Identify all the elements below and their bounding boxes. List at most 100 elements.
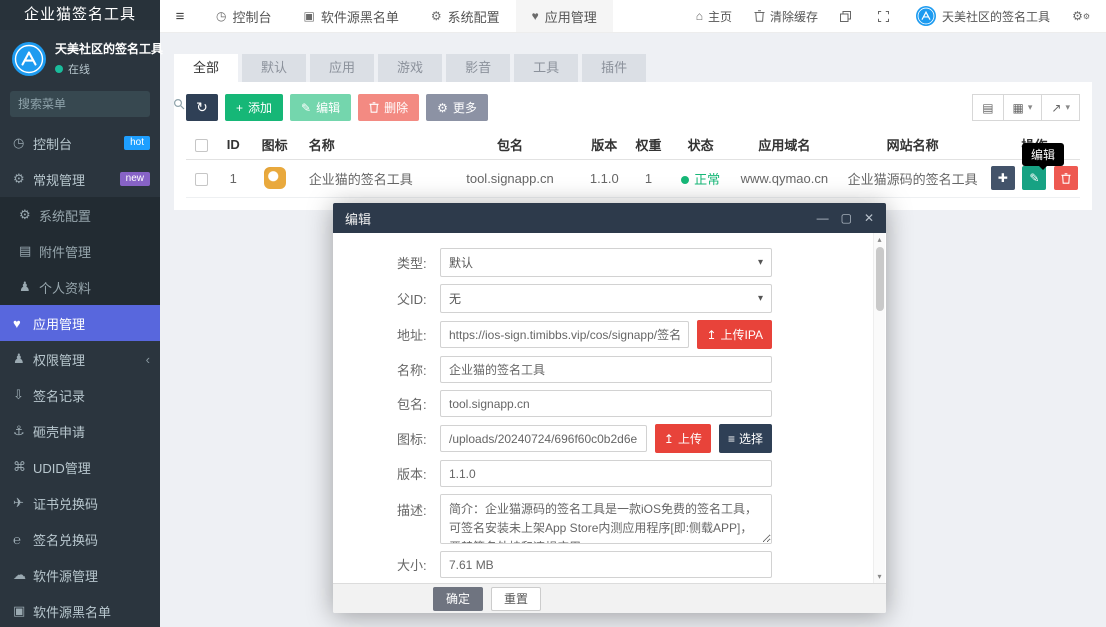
table-toolbar: ↻ + 添加 ✎ 编辑 删除 ⚙ 更多 ▤ ▦ ▾ ↗ ▾ [186, 94, 1080, 121]
trash-icon [1061, 172, 1071, 184]
cell-name: 企业猫的签名工具 [298, 159, 440, 198]
copy-page-button[interactable] [829, 0, 867, 32]
sidebar-item-profile[interactable]: ♟ 个人资料 [0, 269, 160, 305]
topnav-dashboard[interactable]: ◷ 控制台 [200, 0, 288, 32]
paper-plane-icon: ✈ [13, 495, 24, 510]
cell-weight: 1 [628, 159, 669, 198]
size-input[interactable] [440, 551, 772, 578]
upload-ipa-button[interactable]: ↥ 上传IPA [697, 320, 772, 349]
reset-button[interactable]: 重置 [491, 586, 542, 611]
sidebar: 企业猫签名工具 天美社区的签名工具 在线 ◷控制台hot ⚙常规管理new ⚙系… [0, 0, 185, 627]
sidebar-search [10, 91, 185, 117]
cloud-icon: ☁ [13, 567, 26, 582]
tab-tools[interactable]: 工具 [514, 54, 579, 82]
avatar [916, 6, 937, 26]
cell-site: 企业猫源码的签名工具 [836, 159, 989, 198]
col-icon: 图标 [250, 131, 299, 160]
table-header-row: ID 图标 名称 包名 版本 权重 状态 应用域名 网站名称 操作 [186, 131, 1080, 160]
package-input[interactable] [440, 390, 772, 417]
sidebar-item-general-management[interactable]: ⚙ 常规管理 new [0, 161, 160, 197]
sidebar-item-dashboard[interactable]: ◷ 控制台 hot [0, 125, 160, 161]
sidebar-item-permission-management[interactable]: ♟ 权限管理 ‹ [0, 341, 160, 377]
blacklist-book-icon: ▣ [303, 9, 315, 23]
tab-media[interactable]: 影音 [446, 54, 511, 82]
home-icon: ⌂ [695, 9, 704, 23]
version-input[interactable] [440, 460, 772, 487]
chevron-down-icon: ▾ [1065, 102, 1070, 112]
sidebar-item-attachment-management[interactable]: ▤ 附件管理 [0, 233, 160, 269]
minimize-icon[interactable]: — [817, 212, 829, 224]
name-input[interactable] [440, 356, 772, 383]
sidebar-item-software-source-management[interactable]: ☁ 软件源管理 [0, 557, 160, 593]
sidebar-item-software-source-blacklist[interactable]: ▣ 软件源黑名单 [0, 593, 160, 627]
sidebar-item-shell-crack-request[interactable]: ⚓ 砸壳申请 [0, 413, 160, 449]
refresh-button[interactable]: ↻ [186, 94, 218, 121]
sidebar-item-app-management[interactable]: ♥ 应用管理 [0, 305, 160, 341]
apps-table: ID 图标 名称 包名 版本 权重 状态 应用域名 网站名称 操作 1 [186, 131, 1080, 198]
topnav-app-management[interactable]: ♥ 应用管理 [515, 0, 613, 32]
choose-button[interactable]: ≡ 选择 [718, 424, 772, 453]
export-button[interactable]: ↗ ▾ [1042, 94, 1080, 121]
modal-scrollbar[interactable]: ▴ ▾ [873, 233, 885, 583]
copy-icon [840, 10, 852, 22]
col-name: 名称 [298, 131, 440, 160]
description-textarea[interactable]: 简介：企业猫源码的签名工具是一款iOS免费的签名工具，可签名安装未上架App S… [440, 494, 772, 544]
topnav-software-source-blacklist[interactable]: ▣ 软件源黑名单 [288, 0, 415, 32]
move-icon: ✚ [997, 171, 1008, 185]
clear-cache-button[interactable]: 清除缓存 [743, 0, 829, 32]
sidebar-item-system-config[interactable]: ⚙ 系统配置 [0, 197, 160, 233]
more-button[interactable]: ⚙ 更多 [426, 94, 488, 121]
gears-icon: ⚙ [13, 171, 25, 186]
tab-default[interactable]: 默认 [242, 54, 307, 82]
detail-view-button[interactable]: ▤ [972, 94, 1004, 121]
topnav-system-config[interactable]: ⚙ 系统配置 [415, 0, 516, 32]
row-checkbox[interactable] [194, 172, 208, 186]
tab-all[interactable]: 全部 [174, 54, 239, 82]
online-dot-icon [55, 65, 63, 73]
modal-titlebar: 编辑 — ▢ ✕ [333, 203, 886, 233]
top-navbar: ≡ ◷ 控制台 ▣ 软件源黑名单 ⚙ 系统配置 ♥ 应用管理 ⌂ 主页 清除缓存 天美社区… [160, 0, 1106, 33]
tab-app[interactable]: 应用 [310, 54, 375, 82]
sidebar-item-sign-records[interactable]: ⇩ 签名记录 [0, 377, 160, 413]
scroll-down-icon[interactable]: ▾ [874, 572, 885, 581]
new-badge: new [119, 172, 150, 186]
fullscreen-button[interactable] [867, 0, 905, 32]
url-input[interactable] [440, 321, 690, 348]
sidebar-item-sign-redeem-code[interactable]: ℮ 签名兑换码 [0, 521, 160, 557]
cell-domain: www.qymao.cn [732, 159, 837, 198]
columns-button[interactable]: ▦ ▾ [1003, 94, 1043, 121]
move-button[interactable]: ✚ [990, 166, 1015, 190]
delete-button[interactable]: 删除 [358, 94, 420, 121]
user-menu[interactable]: 天美社区的签名工具 [905, 0, 1061, 32]
sidebar-item-cert-redeem-code[interactable]: ✈ 证书兑换码 [0, 485, 160, 521]
maximize-icon[interactable]: ▢ [841, 212, 852, 224]
tab-game[interactable]: 游戏 [378, 54, 443, 82]
search-icon [173, 98, 185, 110]
settings-button[interactable]: ⚙ ⚙ [1061, 0, 1106, 32]
col-site: 网站名称 [836, 131, 989, 160]
sidebar-menu: ◷ 控制台 hot ⚙ 常规管理 new ⚙ 系统配置 ▤ 附件管理 ♟ 个人资料 ♥ 应用管理… [0, 125, 160, 627]
sidebar-item-udid-management[interactable]: ⌘ UDID管理 [0, 449, 160, 485]
icon-input[interactable] [440, 425, 647, 452]
gear-icon: ⚙ [19, 207, 31, 222]
select-all-checkbox[interactable] [194, 139, 208, 153]
cell-version: 1.1.0 [580, 159, 629, 198]
file-image-icon: ▤ [19, 243, 32, 258]
detail-view-icon: ▤ [982, 100, 994, 115]
dashboard-icon: ◷ [216, 9, 227, 23]
parent-id-select[interactable]: 无 ▾ [440, 284, 772, 313]
scrollbar-thumb[interactable] [876, 247, 884, 311]
upload-button[interactable]: ↥ 上传 [654, 424, 711, 453]
sidebar-search-input[interactable] [18, 97, 173, 111]
edit-button[interactable]: ✎ 编辑 [290, 94, 352, 121]
add-button[interactable]: + 添加 [225, 94, 284, 121]
tab-plugins[interactable]: 插件 [582, 54, 647, 82]
row-delete-button[interactable] [1054, 166, 1078, 190]
close-icon[interactable]: ✕ [864, 212, 874, 224]
hamburger-menu-icon[interactable]: ≡ [160, 0, 200, 32]
scroll-up-icon[interactable]: ▴ [874, 235, 885, 244]
home-button[interactable]: ⌂ 主页 [685, 0, 743, 32]
confirm-button[interactable]: 确定 [433, 586, 484, 611]
col-package: 包名 [439, 131, 581, 160]
type-select[interactable]: 默认 ▾ [440, 248, 772, 277]
